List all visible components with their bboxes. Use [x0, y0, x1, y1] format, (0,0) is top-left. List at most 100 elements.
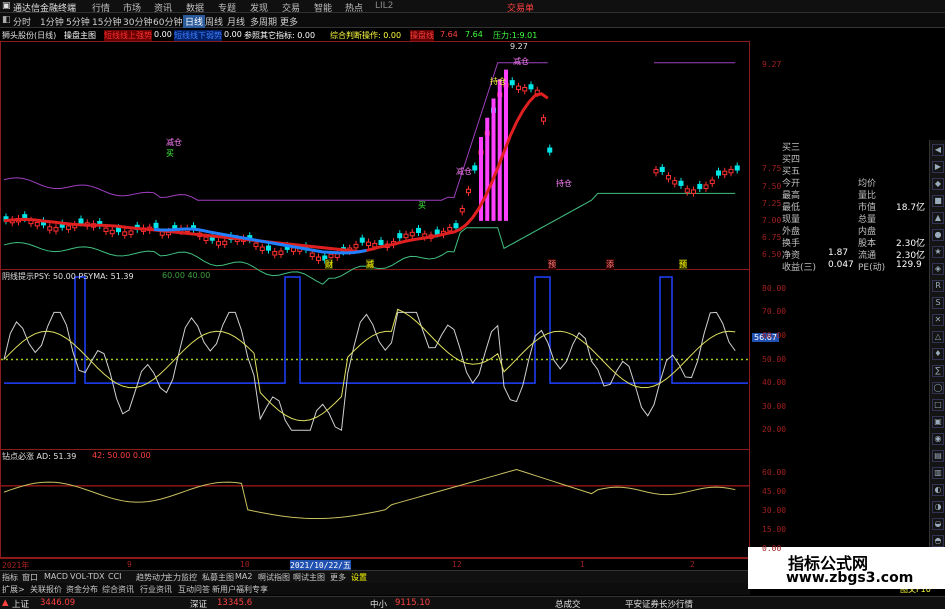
info-tab[interactable]: 综合资讯 — [102, 584, 134, 595]
indicator-tab[interactable]: 啊试指图 — [258, 572, 290, 583]
indicator-tab[interactable]: 私募主图 — [202, 572, 234, 583]
quote-row: 净资 1.87 流通 2.30亿 — [780, 248, 930, 261]
ad-header[interactable]: 钻点必涨 AD: 51.39 — [2, 451, 76, 462]
toolbar-icon[interactable]: S — [932, 297, 944, 309]
period-daily[interactable]: 日线 — [183, 15, 206, 28]
marker-0: 财 — [325, 259, 333, 270]
sz-label[interactable]: 深证 — [190, 598, 207, 609]
period-weekly[interactable]: 周线 — [205, 15, 223, 28]
toolbar-icon[interactable]: R — [932, 280, 944, 292]
candle-body — [709, 179, 715, 185]
psy-axis-label: 50.00 — [762, 354, 787, 364]
candle-body — [722, 170, 728, 176]
toolbar-icon[interactable]: ▥ — [932, 467, 944, 479]
period-5min[interactable]: 5分钟 — [66, 15, 90, 28]
info-tab[interactable]: 扩展> — [2, 584, 25, 595]
sh-value: 3446.09 — [40, 598, 76, 608]
info-tab[interactable]: 关联报价 — [30, 584, 62, 595]
toolbar-icon[interactable]: ◓ — [932, 535, 944, 547]
ind-item-6: 综合判断操作: 0.00 — [330, 31, 402, 40]
info-tab[interactable]: 互动问答 — [178, 584, 210, 595]
toolbar-icon[interactable]: ◯ — [932, 382, 944, 394]
indicator-tab[interactable]: 趋势动力 — [136, 572, 168, 583]
toolbar-icon[interactable]: ∑ — [932, 365, 944, 377]
period-60min[interactable]: 60分钟 — [153, 15, 182, 28]
candle-body — [472, 165, 478, 171]
watermark: 指标公式网 www.zbgs3.com — [748, 547, 945, 589]
indicator-tab[interactable]: 更多 — [330, 572, 346, 583]
toolbar-icon[interactable]: ■ — [932, 195, 944, 207]
candle-body — [684, 188, 690, 193]
main-axis-label: 6.50 — [762, 250, 782, 260]
info-tab[interactable]: 行业资讯 — [140, 584, 172, 595]
indicator-tab[interactable]: 窗口 — [22, 572, 38, 583]
rally-bar — [485, 117, 490, 221]
zx-label[interactable]: 中小 — [370, 598, 387, 609]
toolbar-icon[interactable]: ▤ — [932, 450, 944, 462]
candle-body — [434, 229, 440, 235]
period-30min[interactable]: 30分钟 — [123, 15, 152, 28]
candle-body — [672, 180, 678, 185]
indicator-tab[interactable]: 主力监控 — [165, 572, 197, 583]
psy-axis-label: 60.00 — [762, 330, 787, 340]
toolbar-icon[interactable]: ◐ — [932, 484, 944, 496]
candle-body — [447, 226, 453, 232]
info-tab[interactable]: 资金分布 — [66, 584, 98, 595]
indicator-tab[interactable]: MACD — [44, 572, 68, 581]
psy-axis-label: 20.00 — [762, 425, 787, 435]
chart-area[interactable] — [0, 41, 780, 559]
toolbar-icon[interactable]: ● — [932, 229, 944, 241]
indicator-tab[interactable]: 设置 — [351, 572, 367, 583]
period-monthly[interactable]: 月线 — [227, 15, 245, 28]
period-15min[interactable]: 15分钟 — [92, 15, 121, 28]
reduce-label-3: 减仓 — [513, 57, 529, 66]
indicator-tab[interactable]: VOL-TDX — [70, 572, 105, 581]
indicator-tab[interactable]: 指标 — [2, 572, 18, 583]
candle-body — [522, 87, 528, 92]
indicator-tab[interactable]: CCI — [108, 572, 122, 581]
toolbar-icon[interactable]: ◀ — [932, 144, 944, 156]
toolbar-icon[interactable]: ◈ — [932, 263, 944, 275]
candle-body — [334, 253, 340, 258]
toolbar-icon[interactable]: ◆ — [932, 178, 944, 190]
indicator-tab[interactable]: MA2 — [235, 572, 252, 581]
toolbar-icon[interactable]: ◑ — [932, 501, 944, 513]
period-1min[interactable]: 1分钟 — [40, 15, 64, 28]
ad-axis-label: 15.00 — [762, 524, 787, 534]
period-tick[interactable]: 分时 — [13, 15, 31, 28]
toolbar-icon[interactable]: ★ — [932, 246, 944, 258]
toolbar-icon[interactable]: ▲ — [932, 212, 944, 224]
indicator-tab[interactable]: 啊试主图 — [293, 572, 325, 583]
toolbar-icon[interactable]: ◉ — [932, 433, 944, 445]
date-5: 1 — [580, 560, 585, 569]
ad-axis-label: 30.00 — [762, 506, 787, 515]
toolbar-icon[interactable]: □ — [932, 399, 944, 411]
hold-label-2: 持仓 — [556, 179, 572, 188]
candle-body — [47, 226, 53, 231]
info-tab[interactable]: 新用户福利专享 — [212, 584, 268, 595]
total-label: 总成交 — [555, 600, 581, 609]
main-axis-label: 7.25 — [762, 198, 782, 208]
toolbar-icon[interactable]: ▶ — [932, 161, 944, 173]
ad-plot — [1, 468, 749, 520]
toolbar-icon[interactable]: ▣ — [932, 416, 944, 428]
psy-line — [3, 311, 736, 431]
toolbar-icon[interactable]: ◒ — [932, 518, 944, 530]
toolbar-icon[interactable]: △ — [932, 331, 944, 343]
psy-header[interactable]: 阴线提示PSY: 50.00 PSYMA: 51.39 — [2, 271, 134, 282]
period-more[interactable]: 更多 — [280, 15, 298, 28]
stock-title: 狮头股份(日线) — [2, 31, 57, 40]
candle-body — [259, 246, 265, 251]
sh-label[interactable]: 上证 — [12, 598, 29, 609]
ind-item-0[interactable]: 操盘主图 — [64, 30, 96, 41]
period-multi[interactable]: 多周期 — [250, 15, 277, 28]
candle-body — [516, 85, 521, 91]
marker-4: 预 — [679, 259, 687, 270]
period-arrow-icon[interactable]: ◧ — [2, 15, 11, 25]
ind-item-3: 短线线下弱势 — [174, 30, 222, 41]
psy-extra: 60.00 40.00 — [162, 271, 211, 280]
buy-label-2: 买 — [418, 201, 426, 210]
toolbar-icon[interactable]: ✕ — [932, 314, 944, 326]
sh-icon: ▲ — [2, 598, 9, 608]
toolbar-icon[interactable]: ♦ — [932, 348, 944, 360]
